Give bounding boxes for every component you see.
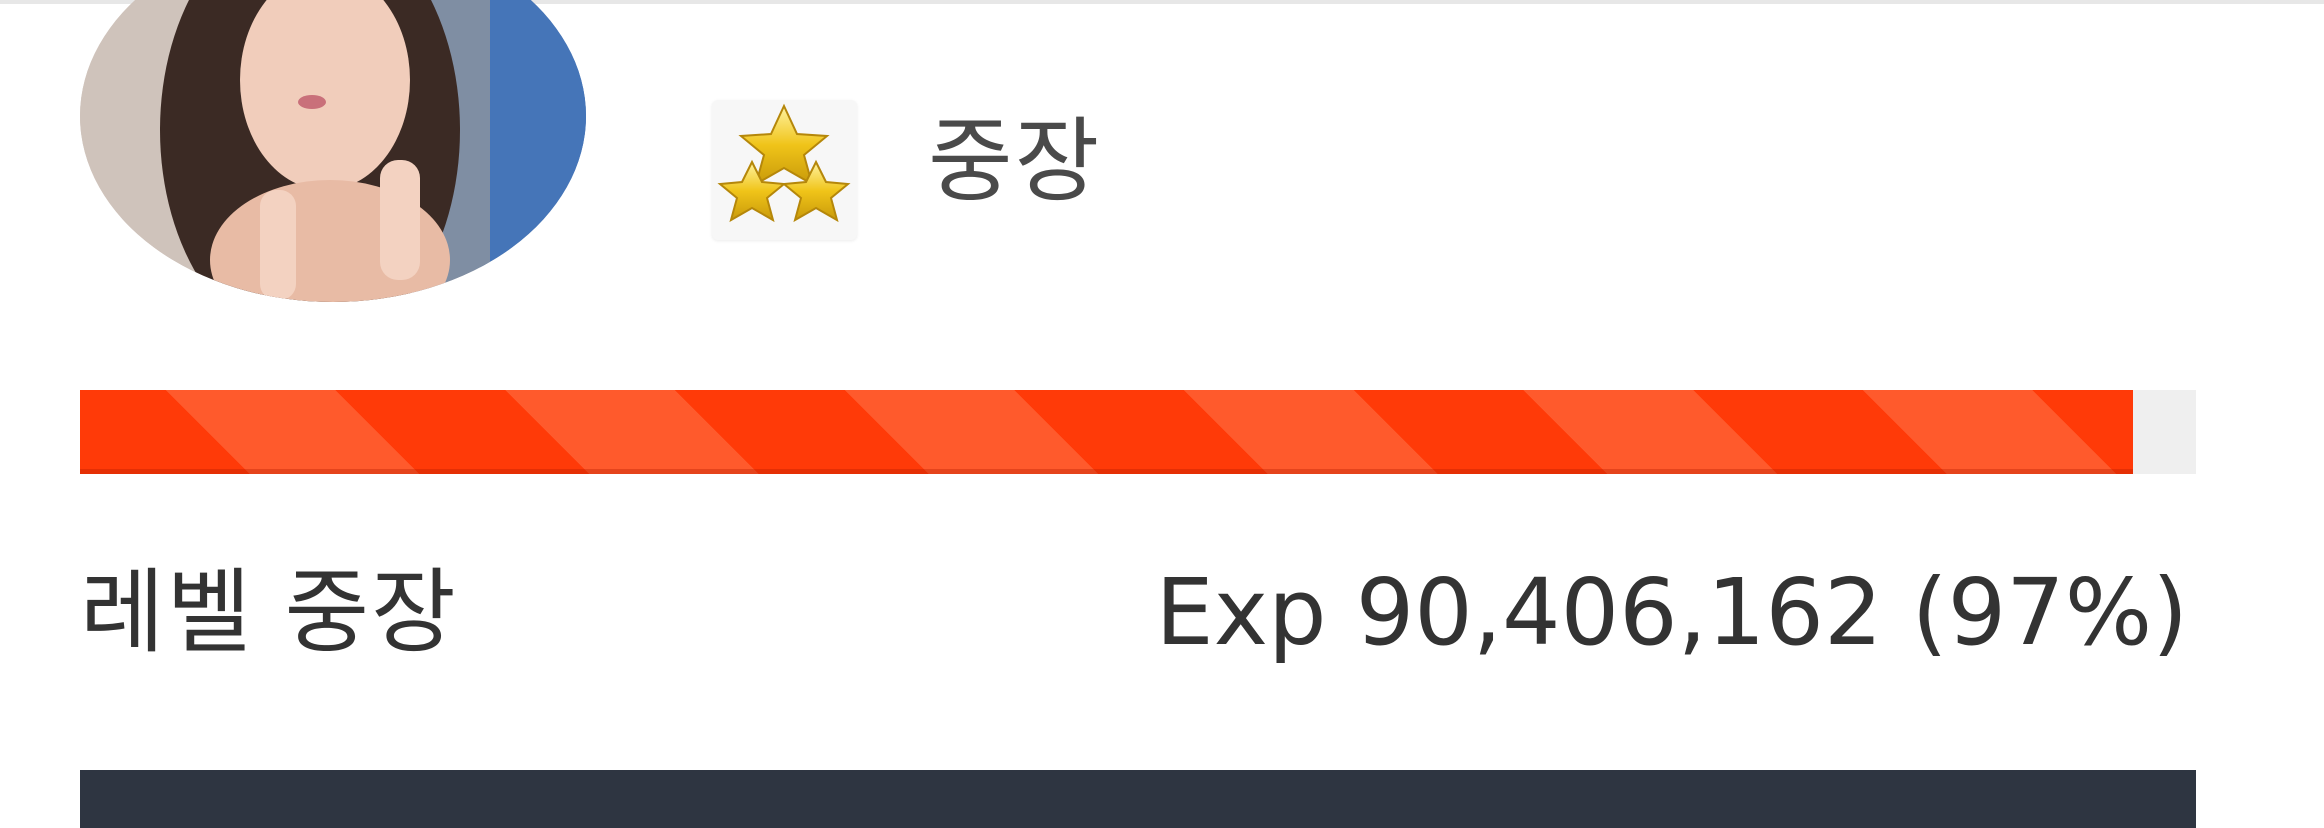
profile-card: 중장 레벨 중장 Exp 90,406,162 (97%) [0,0,2324,828]
exp-readout: Exp 90,406,162 (97%) [1155,559,2188,666]
level-label: 레벨 중장 [80,559,458,666]
rank-title: 중장 [928,108,1102,215]
three-gold-stars-icon [717,103,851,223]
exp-progress-fill [80,390,2133,474]
avatar-photo [80,0,586,302]
exp-progress-bar [80,390,2196,474]
rank-badge [712,100,857,240]
avatar[interactable] [80,0,586,302]
bottom-dark-panel [80,770,2196,828]
